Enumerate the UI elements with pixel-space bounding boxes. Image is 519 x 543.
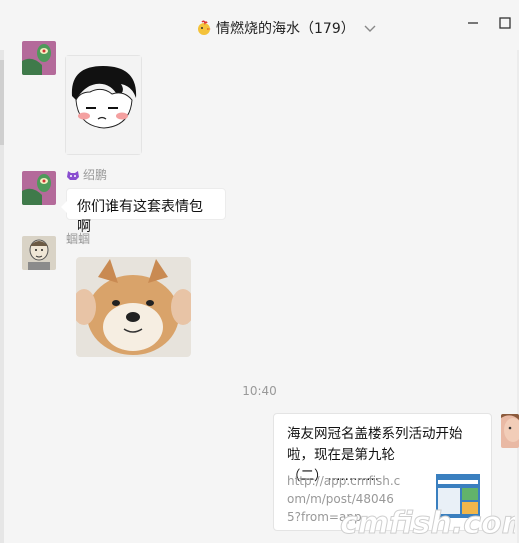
chat-header: 情燃烧的海水（179）	[0, 0, 519, 50]
chevron-down-icon[interactable]	[363, 21, 377, 35]
message-bubble[interactable]: 你们谁有这套表情包啊	[61, 188, 226, 235]
message-text: 你们谁有这套表情包啊	[77, 199, 203, 235]
left-rail	[0, 0, 4, 543]
sticker-bubble[interactable]	[65, 55, 142, 155]
watermark-text: cmfish.com	[340, 506, 515, 539]
sender-name-text: 绍鹏	[83, 168, 108, 182]
left-rail-thumb	[0, 60, 4, 145]
timestamp: 10:40	[242, 384, 277, 398]
sender-name: 蝈蝈	[66, 230, 90, 247]
image-bubble[interactable]	[76, 257, 191, 357]
maximize-icon[interactable]	[498, 16, 512, 30]
chick-icon	[198, 20, 211, 35]
avatar-plankton[interactable]	[22, 41, 56, 75]
sticker-image[interactable]	[66, 56, 141, 154]
dog-photo[interactable]	[76, 257, 191, 357]
sender-name-text: 蝈蝈	[66, 232, 91, 246]
avatar-self[interactable]	[501, 414, 519, 448]
avatar-sketch[interactable]	[22, 236, 56, 270]
avatar-plankton[interactable]	[22, 171, 56, 205]
chat-title[interactable]: 情燃烧的海水（179）	[196, 18, 377, 38]
badge-icon	[67, 170, 79, 180]
watermark-logo: cmfish.com	[340, 506, 515, 540]
chat-title-text: 情燃烧的海水（179）	[216, 21, 355, 37]
minimize-icon[interactable]	[466, 16, 480, 30]
sender-name: 绍鹏	[66, 166, 107, 183]
